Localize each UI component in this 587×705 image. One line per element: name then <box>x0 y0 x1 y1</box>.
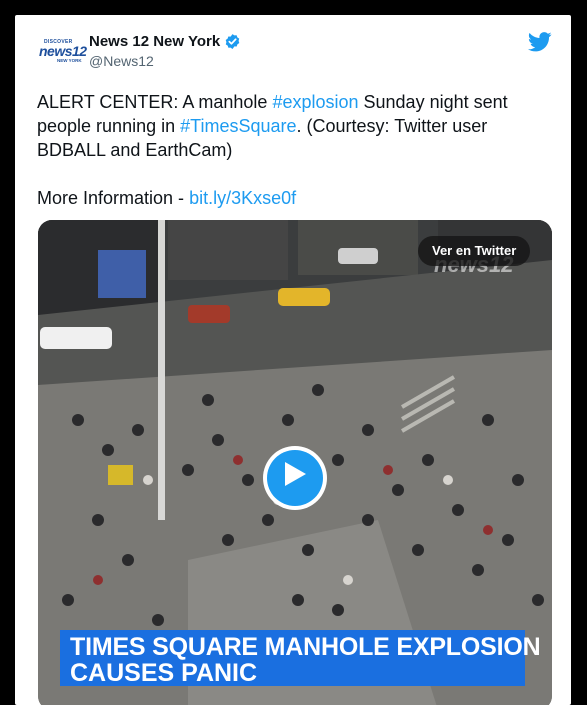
account-handle[interactable]: @News12 <box>89 53 154 69</box>
banner-headline-line1: TIMES SQUARE MANHOLE EXPLOSION <box>70 633 541 661</box>
hashtag-explosion-link[interactable]: #explosion <box>272 92 358 112</box>
account-name-row[interactable]: News 12 New York <box>89 33 241 50</box>
tweet-text: ALERT CENTER: A manhole #explosion Sunda… <box>37 90 547 210</box>
account-name[interactable]: News 12 New York <box>89 33 220 50</box>
embedded-tweet-card[interactable]: DISCOVER news12 NEW YORK News 12 New Yor… <box>15 15 571 705</box>
tweet-text-part: ALERT CENTER: A manhole <box>37 92 273 112</box>
video-thumbnail[interactable]: news12 Ver en Twitter TIMES SQUARE MANHO… <box>38 220 552 705</box>
play-button[interactable] <box>263 446 327 510</box>
tweet-header: DISCOVER news12 NEW YORK News 12 New Yor… <box>15 15 571 85</box>
logo-line-news12: news12 <box>39 43 87 59</box>
hashtag-timessquare-link[interactable]: #TimesSquare <box>180 116 296 136</box>
view-on-twitter-button[interactable]: Ver en Twitter <box>418 236 531 266</box>
twitter-bird-icon[interactable] <box>527 31 552 53</box>
verified-badge-icon <box>224 33 241 50</box>
more-info-paragraph: More Information - bit.ly/3Kxse0f <box>37 186 547 210</box>
news12-logo[interactable]: DISCOVER news12 NEW YORK <box>37 37 87 65</box>
news-banner: TIMES SQUARE MANHOLE EXPLOSION CAUSES PA… <box>60 630 541 687</box>
tweet-paragraph: ALERT CENTER: A manhole #explosion Sunda… <box>37 90 547 162</box>
play-icon <box>285 462 306 486</box>
more-info-label: More Information - <box>37 188 190 208</box>
bitly-link[interactable]: bit.ly/3Kxse0f <box>189 188 296 208</box>
banner-headline-line2: CAUSES PANIC <box>70 659 258 687</box>
logo-line-newyork: NEW YORK <box>57 58 82 63</box>
